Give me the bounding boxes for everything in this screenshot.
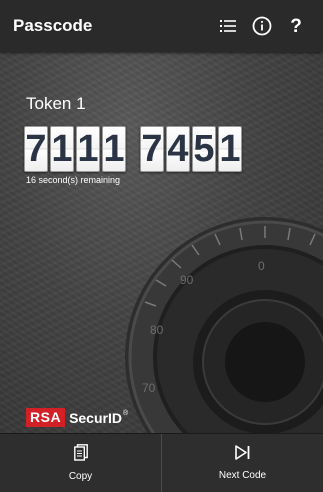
securid-wordmark: SecurID (69, 409, 122, 426)
rsa-securid-logo: RSA SecurID ® (26, 408, 128, 427)
dial-mark-80: 80 (150, 323, 164, 337)
token-list-icon (220, 19, 236, 33)
info-icon (252, 16, 272, 36)
passcode-digit: 1 (218, 126, 242, 172)
dial-mark-0: 0 (258, 259, 265, 273)
skip-next-icon (235, 445, 250, 465)
copy-icon (73, 444, 88, 466)
copy-button[interactable]: Copy (0, 434, 161, 492)
passcode-digit: 4 (166, 126, 190, 172)
passcode-group-1: 7 1 1 1 (24, 126, 128, 172)
next-code-button-label: Next Code (218, 470, 267, 481)
copy-button-label: Copy (68, 471, 93, 482)
token-screen: 90 0 80 70 Token 1 7 1 1 1 7 4 5 1 16 se… (0, 52, 323, 433)
passcode-digit: 7 (24, 126, 48, 172)
passcode-digit: 1 (102, 126, 126, 172)
dial-mark-70: 70 (142, 381, 156, 395)
trademark-symbol: ® (122, 410, 129, 417)
bottom-action-bar: Copy Next Code (0, 433, 323, 492)
passcode-group-2: 7 4 5 1 (140, 126, 244, 172)
time-remaining-text: 16 second(s) remaining (26, 175, 121, 185)
next-code-button[interactable]: Next Code (161, 434, 323, 492)
help-button[interactable]: ? (279, 9, 313, 43)
passcode-digit: 7 (140, 126, 164, 172)
app-bar: Passcode ? (0, 0, 323, 52)
token-name: Token 1 (26, 94, 86, 113)
dial-mark-90: 90 (180, 273, 194, 287)
appbar-actions: ? (211, 9, 313, 43)
help-icon: ? (290, 15, 302, 37)
page-title: Passcode (13, 16, 93, 35)
vault-dial-graphic: 90 0 80 70 (125, 217, 323, 433)
rsa-logo-mark: RSA (26, 408, 66, 427)
info-button[interactable] (245, 9, 279, 43)
passcode-digit: 1 (50, 126, 74, 172)
passcode-digit: 5 (192, 126, 216, 172)
passcode-display: 7 1 1 1 7 4 5 1 (24, 126, 244, 172)
passcode-digit: 1 (76, 126, 100, 172)
token-list-button[interactable] (211, 9, 245, 43)
